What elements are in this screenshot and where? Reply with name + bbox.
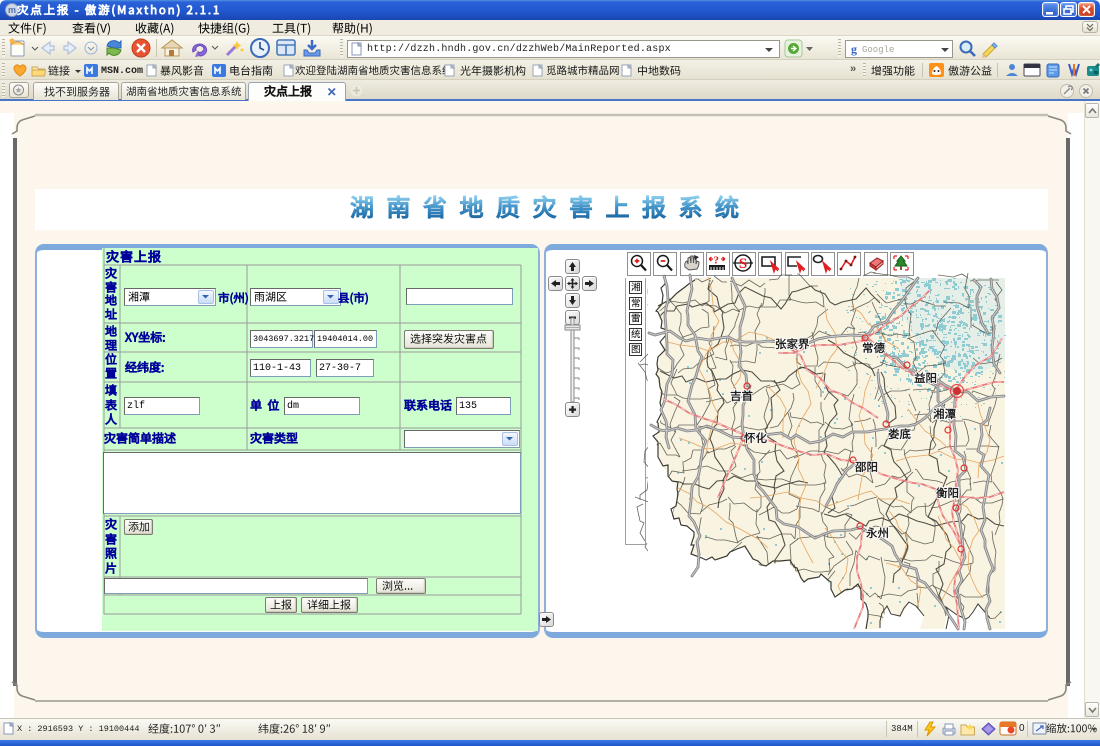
svg-text:S: S: [739, 256, 747, 272]
svg-text:m: m: [8, 5, 16, 15]
svg-text:?: ?: [714, 255, 720, 267]
